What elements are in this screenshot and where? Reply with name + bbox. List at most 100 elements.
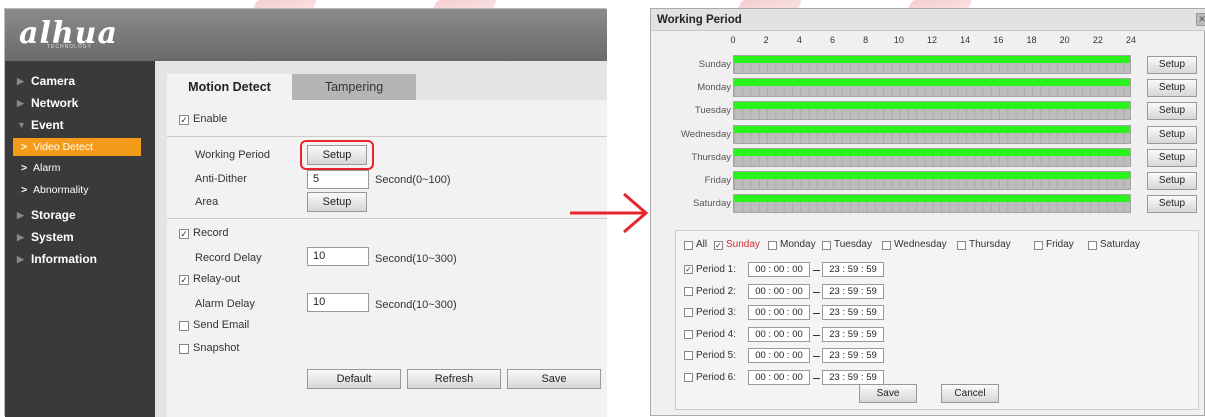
- period-editor: All ✓ Sunday Monday Tuesday Wednesday Thursday…: [675, 230, 1199, 410]
- record-checkbox[interactable]: ✓: [179, 229, 189, 239]
- period-end-time[interactable]: 23 : 59 : 59: [822, 369, 884, 385]
- divider: [167, 136, 607, 137]
- sidebar-item-event[interactable]: ▼ Event: [5, 115, 155, 135]
- refresh-button[interactable]: Refresh: [407, 369, 501, 389]
- day-setup-button[interactable]: Setup: [1147, 102, 1197, 121]
- day-select-checkbox[interactable]: ✓: [714, 241, 723, 250]
- period-label: Period 1:: [696, 264, 737, 275]
- snapshot-label: Snapshot: [193, 342, 240, 354]
- sidebar-item-information[interactable]: ▶ Information: [5, 249, 155, 269]
- default-button[interactable]: Default: [307, 369, 401, 389]
- highlight-outline: [300, 140, 374, 170]
- record-delay-input[interactable]: 10: [307, 247, 369, 266]
- chevron-right-icon: >: [21, 184, 28, 196]
- day-setup-button[interactable]: Setup: [1147, 148, 1197, 167]
- day-select-checkbox[interactable]: [684, 241, 693, 250]
- period-end-time[interactable]: 23 : 59 : 59: [822, 262, 884, 277]
- sidebar-item-label: Video Detect: [33, 141, 93, 153]
- working-period-dialog: Working Period ✕ 0 2 4 6 8 10 12 14 16 18 20 22 24 S…: [650, 8, 1205, 416]
- day-label: Thursday: [691, 151, 731, 163]
- time-range-dash: [813, 356, 820, 357]
- day-select-checkbox[interactable]: [882, 241, 891, 250]
- sidebar-item-camera[interactable]: ▶ Camera: [5, 71, 155, 91]
- anti-dither-label: Anti-Dither: [195, 173, 247, 185]
- send-email-checkbox[interactable]: [179, 321, 189, 331]
- day-select-checkbox[interactable]: [768, 241, 777, 250]
- day-select-checkbox[interactable]: [1088, 241, 1097, 250]
- snapshot-checkbox[interactable]: [179, 344, 189, 354]
- day-schedule-bar[interactable]: [733, 194, 1131, 214]
- day-schedule-bar[interactable]: [733, 147, 1131, 167]
- period-start-time[interactable]: 00 : 00 : 00: [748, 283, 810, 299]
- period-end-time[interactable]: 23 : 59 : 59: [822, 283, 884, 299]
- alarm-delay-input[interactable]: 10: [307, 293, 369, 312]
- anti-dither-input[interactable]: 5: [307, 170, 369, 189]
- sidebar-item-label: Abnormality: [33, 184, 89, 196]
- period-start-time[interactable]: 00 : 00 : 00: [748, 348, 810, 363]
- sidebar-item-alarm[interactable]: > Alarm: [13, 159, 141, 177]
- schedule-fill: [734, 148, 1130, 156]
- period-checkbox[interactable]: [684, 372, 693, 382]
- day-label: Wednesday: [681, 128, 731, 140]
- day-schedule-bar[interactable]: [733, 171, 1131, 190]
- period-start-time[interactable]: 00 : 00 : 00: [748, 262, 810, 277]
- day-schedule-bar[interactable]: [733, 124, 1131, 144]
- day-select-label: Friday: [1046, 239, 1074, 250]
- sidebar-item-abnormality[interactable]: > Abnormality: [13, 181, 141, 199]
- period-checkbox[interactable]: [684, 286, 693, 296]
- hour-tick-label: 12: [926, 35, 937, 45]
- day-schedule-bar[interactable]: [733, 78, 1131, 98]
- tab-tampering[interactable]: Tampering: [292, 74, 416, 100]
- sidebar-item-system[interactable]: ▶ System: [5, 227, 155, 247]
- area-setup-button[interactable]: Setup: [307, 192, 367, 212]
- period-checkbox[interactable]: [684, 308, 693, 317]
- hour-tick-label: 18: [1026, 35, 1037, 45]
- day-schedule-bar[interactable]: [733, 101, 1131, 121]
- period-end-time[interactable]: 23 : 59 : 59: [822, 348, 884, 363]
- dialog-title: Working Period: [651, 9, 1205, 31]
- dialog-save-button[interactable]: Save: [859, 384, 917, 403]
- red-arrow-icon: [570, 192, 649, 234]
- day-label: Sunday: [698, 59, 731, 70]
- anti-dither-unit: Second(0~100): [375, 174, 451, 186]
- period-start-time[interactable]: 00 : 00 : 00: [748, 369, 810, 385]
- period-end-time[interactable]: 23 : 59 : 59: [822, 326, 884, 342]
- period-checkbox[interactable]: [684, 351, 693, 360]
- period-checkbox[interactable]: ✓: [684, 265, 693, 274]
- relay-out-checkbox[interactable]: ✓: [179, 275, 189, 285]
- day-setup-button[interactable]: Setup: [1147, 125, 1197, 144]
- triangle-right-icon: ▶: [17, 232, 24, 242]
- close-icon[interactable]: ✕: [1196, 13, 1205, 26]
- day-select-checkbox[interactable]: [1034, 241, 1043, 250]
- sidebar-item-label: Storage: [31, 208, 76, 222]
- day-setup-button[interactable]: Setup: [1147, 172, 1197, 190]
- tab-motion-detect[interactable]: Motion Detect: [167, 74, 292, 100]
- day-setup-button[interactable]: Setup: [1147, 195, 1197, 214]
- main-content: Motion Detect Tampering ✓ Enable Working…: [155, 61, 607, 417]
- save-button[interactable]: Save: [507, 369, 601, 389]
- sidebar-item-network[interactable]: ▶ Network: [5, 93, 155, 113]
- day-setup-button[interactable]: Setup: [1147, 79, 1197, 98]
- period-checkbox[interactable]: [684, 329, 693, 339]
- period-label: Period 2:: [696, 285, 737, 297]
- day-select-label: Monday: [780, 239, 816, 250]
- relay-out-label: Relay-out: [193, 273, 241, 285]
- sidebar-item-storage[interactable]: ▶ Storage: [5, 205, 155, 225]
- day-select-checkbox[interactable]: [957, 241, 966, 250]
- sidebar-item-video-detect[interactable]: > Video Detect: [13, 138, 141, 156]
- motion-detect-panel: ✓ Enable Working Period Setup Anti-Dithe…: [167, 100, 607, 417]
- period-end-time[interactable]: 23 : 59 : 59: [822, 305, 884, 320]
- day-setup-button[interactable]: Setup: [1147, 56, 1197, 74]
- day-select-checkbox[interactable]: [822, 241, 831, 250]
- schedule-fill: [734, 56, 1130, 63]
- period-label: Period 4:: [696, 328, 737, 340]
- dialog-cancel-button[interactable]: Cancel: [941, 384, 999, 403]
- period-start-time[interactable]: 00 : 00 : 00: [748, 305, 810, 320]
- period-start-time[interactable]: 00 : 00 : 00: [748, 326, 810, 342]
- enable-checkbox[interactable]: ✓: [179, 115, 189, 125]
- day-schedule-bar[interactable]: [733, 55, 1131, 74]
- schedule-fill: [734, 172, 1130, 179]
- triangle-right-icon: ▶: [17, 210, 24, 220]
- hour-tick-label: 8: [863, 35, 869, 45]
- day-label: Friday: [704, 175, 731, 186]
